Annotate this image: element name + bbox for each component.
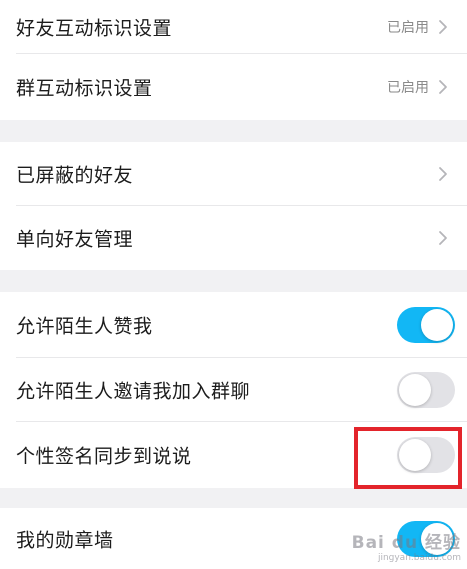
row-label: 个性签名同步到说说 bbox=[16, 445, 192, 468]
status-text: 已启用 bbox=[387, 20, 429, 36]
baidu-watermark: Bai du 经验 jingyan.baidu.com bbox=[352, 528, 461, 563]
watermark-brand: Bai du 经验 bbox=[351, 533, 461, 553]
watermark-url: jingyan.baidu.com bbox=[377, 553, 461, 563]
privacy-settings-page: 好友互动标识设置 已启用 群互动标识设置 已启用 已屏蔽的好友 单向好友管理 允… bbox=[0, 0, 467, 569]
toggle-knob bbox=[421, 309, 453, 341]
status-text: 已启用 bbox=[387, 80, 429, 96]
chevron-right-icon bbox=[439, 231, 447, 245]
highlight-box bbox=[354, 427, 462, 489]
row-label: 已屏蔽的好友 bbox=[16, 164, 134, 187]
toggle-knob bbox=[399, 374, 431, 406]
row-label: 允许陌生人邀请我加入群聊 bbox=[16, 380, 251, 403]
row-blocked-friends[interactable]: 已屏蔽的好友 bbox=[0, 142, 467, 206]
row-label: 好友互动标识设置 bbox=[16, 17, 173, 40]
row-label: 群互动标识设置 bbox=[16, 77, 153, 100]
allow-stranger-likes-toggle[interactable] bbox=[397, 307, 455, 343]
chevron-right-icon bbox=[439, 80, 447, 94]
row-allow-stranger-group-invite: 允许陌生人邀请我加入群聊 bbox=[0, 358, 467, 422]
row-allow-stranger-likes: 允许陌生人赞我 bbox=[0, 292, 467, 358]
row-group-interaction-mark[interactable]: 群互动标识设置 已启用 bbox=[0, 54, 467, 120]
chevron-right-icon bbox=[439, 20, 447, 34]
row-label: 我的勋章墙 bbox=[16, 529, 114, 551]
row-friend-interaction-mark[interactable]: 好友互动标识设置 已启用 bbox=[0, 0, 467, 54]
allow-stranger-group-invite-toggle[interactable] bbox=[397, 372, 455, 408]
row-one-way-friends[interactable]: 单向好友管理 bbox=[0, 206, 467, 270]
chevron-right-icon bbox=[439, 167, 447, 181]
row-label: 单向好友管理 bbox=[16, 228, 134, 251]
row-label: 允许陌生人赞我 bbox=[16, 315, 153, 338]
